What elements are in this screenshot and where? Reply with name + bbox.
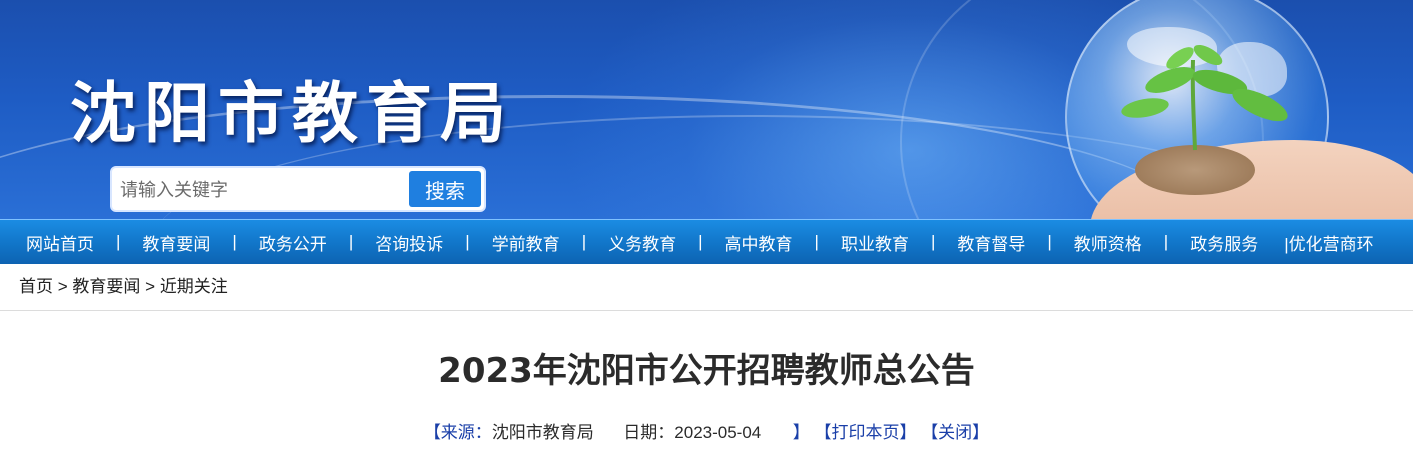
close-page-link[interactable]: 【关闭】 <box>921 423 989 442</box>
nav-item-government-services[interactable]: 政务服务 <box>1190 230 1258 255</box>
nav-separator: | <box>1163 232 1169 251</box>
nav-item-education-news[interactable]: 教育要闻 <box>142 230 210 255</box>
nav-separator: | <box>232 232 237 251</box>
nav-item-compulsory[interactable]: 义务教育 <box>608 230 676 255</box>
nav-separator: | <box>116 232 121 251</box>
print-page-link[interactable]: 【打印本页】 <box>814 423 916 442</box>
nav-item-teacher-qualification[interactable]: 教师资格 <box>1074 230 1142 255</box>
search-input[interactable] <box>118 174 412 206</box>
nav-separator: | <box>930 232 936 251</box>
source-label: 【来源： <box>423 423 492 442</box>
nav-item-vocational[interactable]: 职业教育 <box>841 230 909 255</box>
breadcrumb: 首页 > 教育要闻 > 近期关注 <box>0 264 1413 311</box>
search-box: 搜索 <box>110 166 486 212</box>
header-banner: 沈阳市教育局 搜索 <box>0 0 1413 219</box>
nav-item-complaints[interactable]: 咨询投诉 <box>375 230 443 255</box>
nav-item-supervision[interactable]: 教育督导 <box>957 230 1025 255</box>
article-meta: 【来源：沈阳市教育局 日期：2023-05-04 】 【打印本页】 【关闭】 <box>0 418 1413 443</box>
nav-separator: | <box>348 232 354 251</box>
date-value: 2023-05-04 <box>674 423 762 442</box>
meta-close-bracket: 】 <box>792 423 810 442</box>
breadcrumb-separator: > <box>57 277 68 296</box>
date-label: 日期： <box>623 423 675 442</box>
source-value: 沈阳市教育局 <box>491 423 594 442</box>
nav-separator: | <box>814 232 819 251</box>
breadcrumb-home-link[interactable]: 首页 <box>19 277 53 296</box>
nav-item-government-affairs[interactable]: 政务公开 <box>259 230 327 255</box>
nav-separator: | <box>465 232 470 251</box>
breadcrumb-recent-focus-link[interactable]: 近期关注 <box>160 277 228 296</box>
site-title: 沈阳市教育局 <box>70 74 514 152</box>
breadcrumb-education-news-link[interactable]: 教育要闻 <box>72 277 140 296</box>
nav-separator: | <box>698 232 703 251</box>
nav-item-high-school[interactable]: 高中教育 <box>725 230 793 255</box>
nav-item-home[interactable]: 网站首页 <box>26 230 94 255</box>
nav-separator: | <box>1047 232 1052 251</box>
nav-separator: | <box>581 232 587 251</box>
nav-item-business-environment[interactable]: |优化营商环 <box>1284 230 1373 255</box>
seedling-icon <box>1121 44 1288 151</box>
nav-item-preschool[interactable]: 学前教育 <box>492 230 560 255</box>
article-title: 2023年沈阳市公开招聘教师总公告 <box>438 351 975 391</box>
main-nav: 网站首页 | 教育要闻 | 政务公开 | 咨询投诉 | 学前教育 | 义务教育 … <box>0 219 1413 264</box>
search-button[interactable]: 搜索 <box>409 171 481 207</box>
breadcrumb-separator: > <box>145 277 156 296</box>
